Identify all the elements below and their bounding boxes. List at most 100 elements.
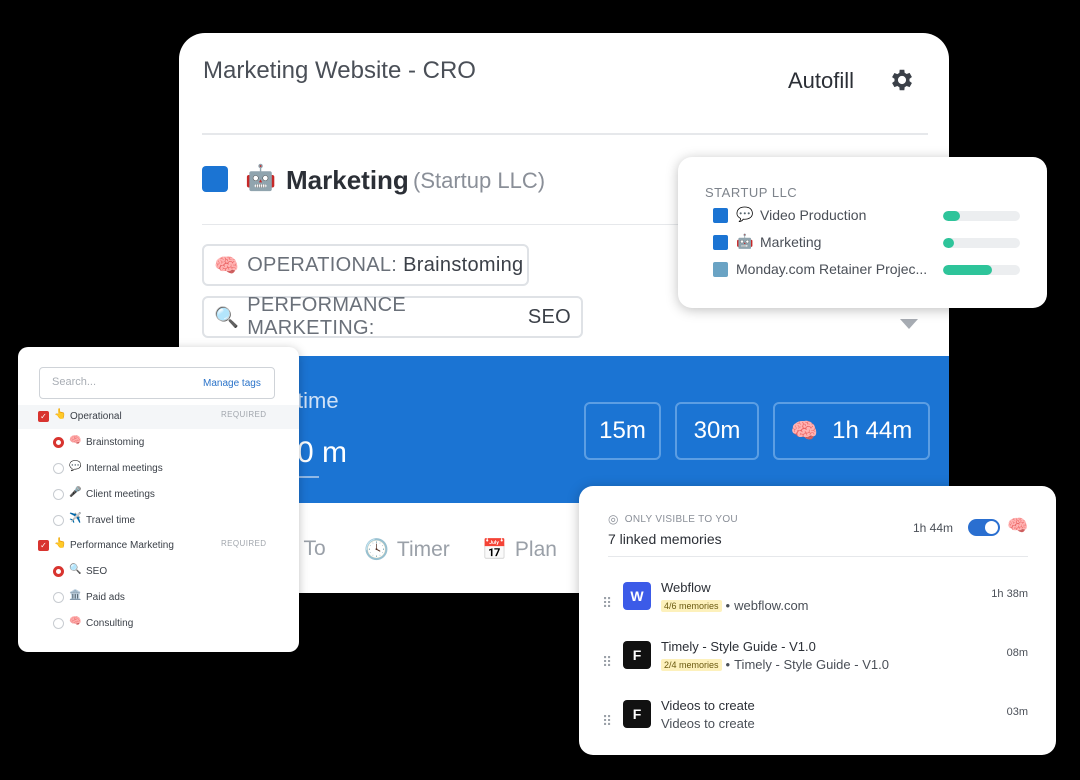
- time-input-cursor: [297, 476, 319, 478]
- checkbox-checked-icon[interactable]: ✓: [38, 411, 49, 422]
- toggle-knob: [985, 521, 998, 534]
- progress-fill: [943, 211, 960, 221]
- entry-title[interactable]: Marketing Website - CRO: [203, 57, 476, 85]
- autofill-button[interactable]: Autofill: [788, 68, 854, 94]
- radio-icon[interactable]: [53, 618, 64, 629]
- project-color-swatch: [202, 166, 228, 192]
- required-badge: REQUIRED: [221, 410, 267, 419]
- drag-handle-icon[interactable]: ⠿: [602, 654, 612, 671]
- magnifier-icon: 🔍: [69, 564, 82, 575]
- radio-selected-icon[interactable]: [53, 437, 64, 448]
- memory-duration: 08m: [1006, 647, 1028, 659]
- memories-badge: 2/4 memories: [661, 658, 722, 671]
- memories-toggle[interactable]: [968, 519, 1000, 536]
- gear-icon[interactable]: [888, 66, 916, 94]
- tag-name: SEO: [527, 305, 571, 328]
- time-input[interactable]: 0 m: [297, 436, 347, 470]
- tag-chip-brainstorming[interactable]: 🧠 OPERATIONAL: Brainstoming: [202, 244, 529, 286]
- required-badge: REQUIRED: [221, 539, 267, 548]
- tab-plan[interactable]: 📅 Plan: [482, 537, 557, 562]
- project-color-swatch: [713, 262, 728, 277]
- project-progress-bar: [943, 211, 1020, 221]
- tag-option-consulting[interactable]: 🧠 Consulting: [18, 612, 299, 636]
- tab-label: Timer: [396, 537, 450, 561]
- client-heading: STARTUP LLC: [705, 185, 798, 200]
- duration-suggested-button[interactable]: 🧠 1h 44m: [773, 402, 930, 460]
- memory-source: Timely - Style Guide - V1.0: [734, 657, 889, 672]
- airplane-icon: ✈️: [69, 513, 82, 524]
- radio-icon[interactable]: [53, 463, 64, 474]
- tag-group-performance-marketing[interactable]: ✓ 👆 Performance Marketing REQUIRED: [18, 534, 299, 558]
- manage-tags-link[interactable]: Manage tags: [203, 378, 261, 389]
- duration-30m-button[interactable]: 30m: [675, 402, 759, 460]
- memory-row-videos-to-create[interactable]: ⠿ F Videos to create Videos to create 03…: [599, 698, 1039, 750]
- memory-subtitle: Videos to create: [661, 716, 755, 731]
- checkbox-checked-icon[interactable]: ✓: [38, 540, 49, 551]
- tag-option-paid-ads[interactable]: 🏛️ Paid ads: [18, 586, 299, 610]
- memory-duration: 03m: [1006, 706, 1028, 718]
- tag-search-input[interactable]: [52, 376, 182, 388]
- tag-option-label: Internal meetings: [86, 463, 163, 474]
- pointing-hand-icon: 👆: [54, 409, 67, 420]
- divider: [608, 556, 1028, 557]
- separator-dot: •: [725, 598, 731, 613]
- pointing-hand-icon: 👆: [54, 538, 67, 549]
- project-name[interactable]: Marketing: [286, 165, 409, 196]
- project-name: Marketing: [760, 234, 822, 250]
- tag-chip-seo[interactable]: 🔍 PERFORMANCE MARKETING: SEO: [202, 294, 583, 339]
- robot-icon: 🤖: [736, 233, 754, 249]
- client-project-row[interactable]: 💬 Video Production: [713, 205, 1023, 225]
- client-project-row[interactable]: 🤖 Marketing: [713, 232, 1023, 252]
- eye-off-icon: ◎: [608, 512, 619, 526]
- tag-option-label: Client meetings: [86, 489, 155, 500]
- tag-group-operational[interactable]: ✓ 👆 Operational REQUIRED: [18, 405, 299, 429]
- figma-icon: F: [623, 700, 651, 728]
- client-project-row[interactable]: Monday.com Retainer Projec...: [713, 259, 1023, 279]
- brain-icon: 🧠: [1007, 516, 1029, 535]
- separator-dot: •: [725, 657, 731, 672]
- magnifier-icon: 🔍: [214, 306, 240, 329]
- visibility-note: ◎ ONLY VISIBLE TO YOU: [608, 512, 738, 526]
- tag-search-box: Manage tags: [39, 367, 275, 399]
- drag-handle-icon[interactable]: ⠿: [602, 713, 612, 730]
- memory-subtitle: 4/6 memories • webflow.com: [661, 598, 809, 613]
- tag-option-label: Consulting: [86, 618, 134, 629]
- radio-selected-icon[interactable]: [53, 566, 64, 577]
- bank-icon: 🏛️: [69, 590, 82, 601]
- tag-picker-popup: Manage tags ✓ 👆 Operational REQUIRED 🧠 B…: [18, 347, 299, 652]
- tag-group-label: Performance Marketing: [70, 540, 174, 551]
- robot-icon: 🤖: [245, 164, 277, 192]
- tag-option-travel-time[interactable]: ✈️ Travel time: [18, 509, 299, 533]
- project-progress-bar: [943, 265, 1020, 275]
- tag-option-client-meetings[interactable]: 🎤 Client meetings: [18, 483, 299, 507]
- brain-icon: 🧠: [69, 616, 82, 627]
- memories-badge: 4/6 memories: [661, 599, 722, 612]
- linked-memories-popup: ◎ ONLY VISIBLE TO YOU 7 linked memories …: [579, 486, 1056, 755]
- memories-total-duration: 1h 44m: [913, 521, 954, 535]
- tab-timer[interactable]: 🕓 Timer: [364, 537, 450, 562]
- radio-icon[interactable]: [53, 515, 64, 526]
- clock-icon: 🕓: [364, 539, 389, 561]
- duration-label: 1h 44m: [832, 417, 913, 444]
- progress-fill: [943, 265, 993, 275]
- memory-source: Videos to create: [661, 716, 755, 731]
- radio-icon[interactable]: [53, 489, 64, 500]
- tag-option-label: SEO: [86, 566, 108, 577]
- tag-group-label: Operational: [70, 411, 122, 422]
- tag-option-internal-meetings[interactable]: 💬 Internal meetings: [18, 457, 299, 481]
- duration-15m-button[interactable]: 15m: [584, 402, 661, 460]
- memory-title: Webflow: [661, 580, 711, 595]
- divider: [202, 133, 928, 135]
- tag-group: OPERATIONAL:: [247, 253, 398, 276]
- memory-row-webflow[interactable]: ⠿ W Webflow 4/6 memories • webflow.com 1…: [599, 580, 1039, 632]
- radio-icon[interactable]: [53, 592, 64, 603]
- project-color-swatch: [713, 208, 728, 223]
- memory-row-timely-style-guide[interactable]: ⠿ F Timely - Style Guide - V1.0 2/4 memo…: [599, 639, 1039, 691]
- tag-option-brainstorming[interactable]: 🧠 Brainstoming: [18, 431, 299, 455]
- brain-icon: 🧠: [790, 418, 819, 443]
- tag-group: PERFORMANCE MARKETING:: [247, 294, 407, 339]
- chevron-down-icon[interactable]: [900, 319, 918, 329]
- tag-option-seo[interactable]: 🔍 SEO: [18, 560, 299, 584]
- memory-subtitle: 2/4 memories • Timely - Style Guide - V1…: [661, 657, 889, 672]
- drag-handle-icon[interactable]: ⠿: [602, 595, 612, 612]
